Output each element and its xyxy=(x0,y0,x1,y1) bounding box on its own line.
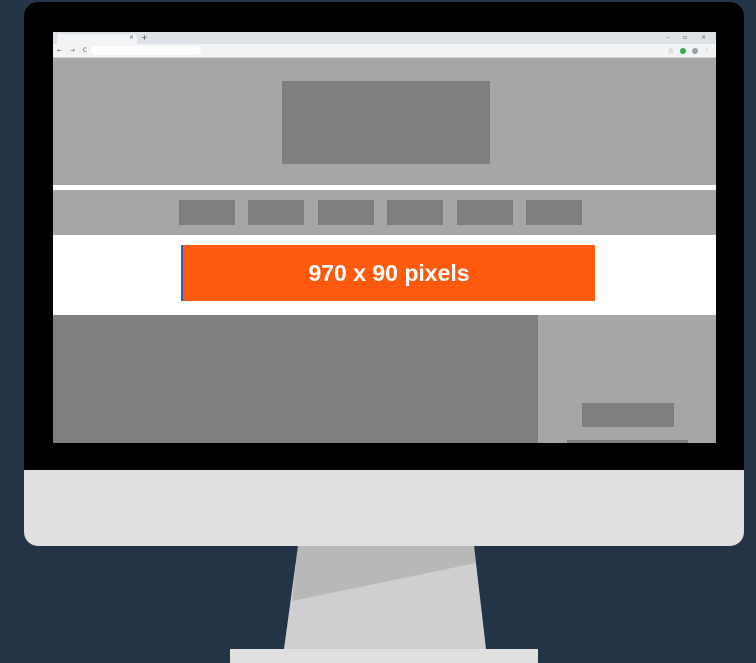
check-circle-icon[interactable] xyxy=(680,48,686,54)
monitor: × + – ▫ × ← → C ☆ ⋮ 970 x 90 pixels xyxy=(24,2,744,546)
browser-toolbar: ← → C ☆ ⋮ xyxy=(53,44,716,58)
monitor-base xyxy=(230,649,538,663)
leaderboard-ad-banner[interactable]: 970 x 90 pixels xyxy=(181,245,595,301)
window-controls[interactable]: – ▫ × xyxy=(666,33,712,43)
new-tab-button[interactable]: + xyxy=(141,33,148,43)
hero-placeholder xyxy=(282,81,490,164)
nav-item-4[interactable] xyxy=(387,200,443,225)
ad-size-label: 970 x 90 pixels xyxy=(308,259,470,286)
browser-tab-bar: × + – ▫ × xyxy=(53,32,716,44)
monitor-screen: × + – ▫ × ← → C ☆ ⋮ 970 x 90 pixels xyxy=(53,32,716,443)
sidebar-placeholder xyxy=(538,315,716,443)
nav-item-1[interactable] xyxy=(179,200,235,225)
menu-icon[interactable]: ⋮ xyxy=(704,47,710,55)
address-bar[interactable] xyxy=(91,46,201,55)
extension-icons: ☆ ⋮ xyxy=(668,47,710,55)
monitor-chin xyxy=(24,470,744,546)
star-icon[interactable]: ☆ xyxy=(668,47,674,55)
sidebar-widget xyxy=(582,403,674,427)
nav-item-3[interactable] xyxy=(318,200,374,225)
hero-section xyxy=(53,58,716,185)
browser-tab[interactable]: × xyxy=(57,34,137,44)
profile-icon[interactable] xyxy=(692,48,698,54)
nav-item-2[interactable] xyxy=(248,200,304,225)
close-tab-icon[interactable]: × xyxy=(129,33,134,43)
site-nav xyxy=(53,190,716,235)
main-content-placeholder xyxy=(53,315,538,443)
nav-item-5[interactable] xyxy=(457,200,513,225)
ad-strip: 970 x 90 pixels xyxy=(53,235,716,315)
nav-buttons[interactable]: ← → C xyxy=(57,44,90,57)
nav-item-6[interactable] xyxy=(526,200,582,225)
sidebar-line xyxy=(567,440,688,443)
